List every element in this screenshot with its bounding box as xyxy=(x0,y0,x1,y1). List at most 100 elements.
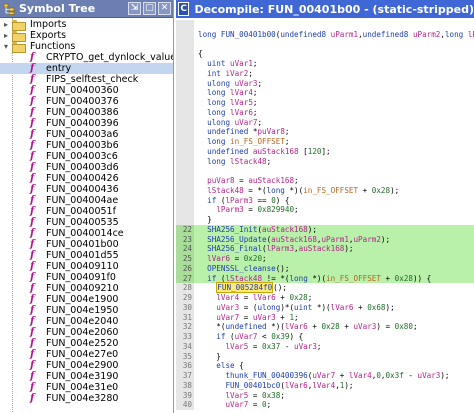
code-line[interactable]: undefined auStack168 [120]; xyxy=(176,146,474,157)
function-icon: f xyxy=(30,96,35,107)
function-label: FUN_00400426 xyxy=(46,173,119,184)
function-label: FUN_00401d55 xyxy=(46,250,119,261)
code-line[interactable] xyxy=(176,166,474,176)
code-line[interactable]: 24 SHA256_Final(lParm3,auStack168); xyxy=(176,244,474,254)
code-line[interactable]: 23 SHA256_Update(auStack168,uParm1,uParm… xyxy=(176,234,474,245)
code-line[interactable]: int iVar2; xyxy=(176,68,474,79)
code-line[interactable]: ulong uVar3; xyxy=(176,78,474,89)
function-item[interactable]: f FUN_004e31e0 xyxy=(0,382,173,393)
function-item[interactable]: f FUN_004004ae xyxy=(0,195,173,206)
function-item[interactable]: f FUN_00400436 xyxy=(0,184,173,195)
function-item[interactable]: f FIPS_selftest_check xyxy=(0,74,173,85)
function-item[interactable]: f FUN_004e27e0 xyxy=(0,349,173,360)
code-line[interactable] xyxy=(176,20,474,30)
close-button[interactable]: ✕ xyxy=(158,2,171,15)
tree-folder-exports[interactable]: ▸ Exports xyxy=(0,30,173,42)
function-item[interactable]: f CRYPTO_get_dynlock_value xyxy=(0,52,173,63)
collapse-icon[interactable]: ▾ xyxy=(2,41,10,52)
code-line[interactable]: 29 lVar4 = lVar6 + 0x28; xyxy=(176,293,474,303)
code-line[interactable]: ulong uVar7; xyxy=(176,117,474,128)
expand-icon[interactable]: ▸ xyxy=(2,30,10,41)
function-item[interactable]: f FUN_00400360 xyxy=(0,85,173,96)
code-line[interactable]: } xyxy=(176,215,474,225)
line-number: 35 xyxy=(176,351,194,362)
function-icon: f xyxy=(30,118,35,129)
code-line[interactable]: 36 else { xyxy=(176,361,474,371)
code-line[interactable] xyxy=(176,39,474,50)
expand-icon[interactable]: ▸ xyxy=(2,19,10,30)
function-item[interactable]: f FUN_004003c6 xyxy=(0,151,173,162)
code-line[interactable]: 37 thunk_FUN_00400396(uVar7 + lVar4,0,0x… xyxy=(176,371,474,381)
code-line[interactable]: 22 SHA256_Init(auStack168); xyxy=(176,224,474,235)
function-item[interactable]: f FUN_004091f0 xyxy=(0,272,173,283)
code-text: lVar6 = 0x20; xyxy=(207,254,267,263)
function-item[interactable]: f FUN_004e1900 xyxy=(0,294,173,305)
code-line[interactable]: { xyxy=(176,49,474,59)
code-line[interactable]: 25 lVar6 = 0x20; xyxy=(176,254,474,264)
code-line[interactable]: long lVar5; xyxy=(176,98,474,108)
function-item[interactable]: f FUN_004e2040 xyxy=(0,316,173,327)
code-line[interactable]: 39 lVar5 = 0x38; xyxy=(176,390,474,401)
function-item[interactable]: f FUN_004e2900 xyxy=(0,360,173,371)
code-line[interactable]: uint uVar1; xyxy=(176,59,474,69)
function-item[interactable]: f FUN_00401d55 xyxy=(0,250,173,261)
code-line[interactable]: 28 FUN_005284f0(); xyxy=(176,282,474,294)
maximize-button[interactable]: ▢ xyxy=(143,2,156,15)
code-line[interactable]: if (lParm3 == 0) { xyxy=(176,195,474,206)
function-item[interactable]: f FUN_00400386 xyxy=(0,107,173,118)
symbol-tree-icon xyxy=(3,3,15,15)
code-line[interactable]: 26 OPENSSL_cleanse(); xyxy=(176,263,474,274)
code-line[interactable]: undefined *puVar8; xyxy=(176,127,474,137)
code-line[interactable]: long lVar4; xyxy=(176,88,474,98)
function-item[interactable]: f FUN_004e2060 xyxy=(0,327,173,338)
code-line[interactable]: 31 uVar7 = uVar3 + 1; xyxy=(176,312,474,323)
tree-folder-functions[interactable]: ▾ Functions xyxy=(0,41,173,53)
undock-button[interactable]: ⇲ xyxy=(128,2,141,15)
code-line[interactable]: 33 if (uVar7 < 0x39) { xyxy=(176,332,474,342)
code-line[interactable]: long FUN_00401b00(undefined8 uParm1,unde… xyxy=(176,29,474,40)
function-item[interactable]: f FUN_0040051f xyxy=(0,206,173,217)
code-line[interactable]: lParm3 = 0x829940; xyxy=(176,205,474,215)
code-text: *(undefined *)(lVar6 + 0x28 + uVar3) = 0… xyxy=(198,322,418,332)
code-line[interactable]: 40 uVar7 = 0; xyxy=(176,400,474,410)
code-line[interactable]: long lVar6; xyxy=(176,107,474,118)
code-text: } xyxy=(198,351,221,361)
tree-folder-imports[interactable]: ▸ Imports xyxy=(0,19,173,31)
function-item[interactable]: f entry xyxy=(0,63,173,74)
code-line[interactable]: 35 } xyxy=(176,351,474,362)
function-item[interactable]: f FUN_00400376 xyxy=(0,96,173,107)
function-item[interactable]: f FUN_004003a6 xyxy=(0,129,173,140)
line-number: 28 xyxy=(176,283,194,293)
code-line[interactable]: 30 uVar3 = (ulong)*(uint *)(lVar6 + 0x68… xyxy=(176,302,474,313)
function-item[interactable]: f FUN_004e3190 xyxy=(0,371,173,382)
code-line[interactable]: lStack48 = *(long *)(in_FS_OFFSET + 0x28… xyxy=(176,185,474,196)
code-line[interactable]: 32 *(undefined *)(lVar6 + 0x28 + uVar3) … xyxy=(176,322,474,332)
code-text: lParm3 = 0x829940; xyxy=(216,205,299,215)
line-number: 33 xyxy=(176,332,194,342)
function-item[interactable]: f FUN_00400426 xyxy=(0,173,173,184)
function-item[interactable]: f FUN_00400535 xyxy=(0,217,173,228)
function-item[interactable]: f FUN_0040014ce xyxy=(0,228,173,239)
function-item[interactable]: f FUN_00409110 xyxy=(0,261,173,272)
function-item[interactable]: f FUN_00401b00 xyxy=(0,239,173,250)
code-text: SHA256_Init(auStack168); xyxy=(207,224,317,234)
function-icon: f xyxy=(30,349,35,360)
code-text: long lVar6; xyxy=(207,107,258,117)
line-number xyxy=(176,98,194,108)
code-line[interactable]: 38 FUN_00401bc0(lVar6,lVar4,1); xyxy=(176,380,474,391)
function-item[interactable]: f FUN_004e2520 xyxy=(0,338,173,349)
function-item[interactable]: f FUN_00409210 xyxy=(0,283,173,294)
function-item[interactable]: f FUN_004003b6 xyxy=(0,140,173,151)
folder-icon xyxy=(12,31,26,42)
decompiled-code-view[interactable]: long FUN_00401b00(undefined8 uParm1,unde… xyxy=(176,18,474,413)
function-item[interactable]: f FUN_004003d6 xyxy=(0,162,173,173)
code-line[interactable]: long lStack48; xyxy=(176,156,474,167)
code-line[interactable]: puVar8 = auStack168; xyxy=(176,176,474,186)
code-line[interactable]: 34 lVar5 = 0x37 - uVar3; xyxy=(176,341,474,352)
code-line[interactable]: long in_FS_OFFSET; xyxy=(176,137,474,147)
function-item[interactable]: f FUN_004e1950 xyxy=(0,305,173,316)
function-item[interactable]: f FUN_00400396 xyxy=(0,118,173,129)
function-icon: f xyxy=(30,316,35,327)
function-item[interactable]: f FUN_004e3280 xyxy=(0,393,173,404)
code-text: long lVar5; xyxy=(207,98,258,107)
